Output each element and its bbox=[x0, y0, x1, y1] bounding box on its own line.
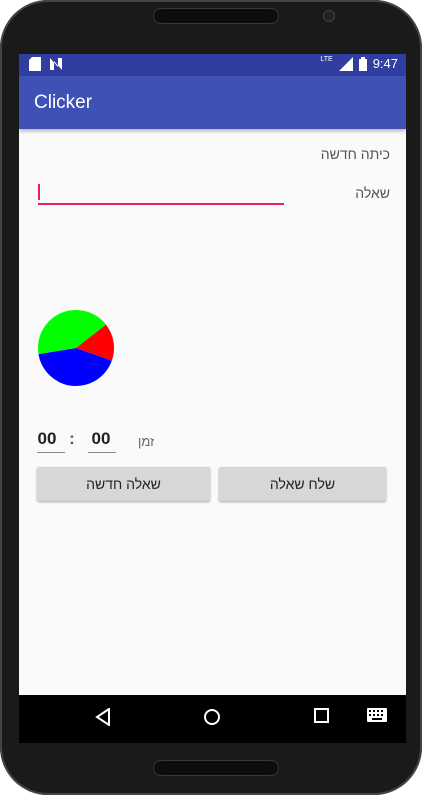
recents-icon[interactable] bbox=[314, 708, 329, 723]
bottom-speaker bbox=[153, 760, 279, 776]
time-separator: : bbox=[69, 429, 75, 448]
app-title: Clicker bbox=[34, 92, 93, 113]
battery-icon bbox=[358, 56, 367, 71]
pie-chart bbox=[38, 310, 114, 386]
home-icon[interactable] bbox=[203, 708, 221, 726]
keyboard-icon[interactable] bbox=[367, 708, 387, 722]
app-bar: Clicker bbox=[19, 76, 406, 129]
back-icon[interactable] bbox=[95, 708, 111, 726]
nav-bar bbox=[19, 695, 406, 743]
seconds-underline bbox=[88, 452, 116, 453]
new-class-label[interactable]: כיתה חדשה bbox=[321, 146, 390, 162]
signal-icon bbox=[338, 56, 353, 71]
front-camera bbox=[323, 10, 335, 22]
clock: 9:47 bbox=[372, 56, 398, 71]
minutes-field[interactable]: 00 bbox=[33, 429, 61, 449]
text-cursor bbox=[38, 184, 40, 200]
time-label: זמן bbox=[138, 434, 155, 449]
screen: LTE 9:47 Clicker כיתה חדשה שאלה זמן 00 :… bbox=[19, 54, 406, 695]
seconds-field[interactable]: 00 bbox=[87, 429, 115, 449]
minutes-underline bbox=[37, 452, 65, 453]
status-bar: LTE 9:47 bbox=[19, 54, 406, 76]
question-input[interactable] bbox=[38, 203, 284, 205]
sd-card-icon bbox=[29, 57, 41, 71]
network-type: LTE bbox=[320, 56, 333, 63]
notification-n-icon bbox=[50, 58, 62, 70]
top-speaker bbox=[153, 8, 279, 24]
question-label: שאלה bbox=[355, 185, 390, 201]
send-question-button[interactable]: שלח שאלה bbox=[219, 467, 386, 501]
new-question-button[interactable]: שאלה חדשה bbox=[37, 467, 210, 501]
